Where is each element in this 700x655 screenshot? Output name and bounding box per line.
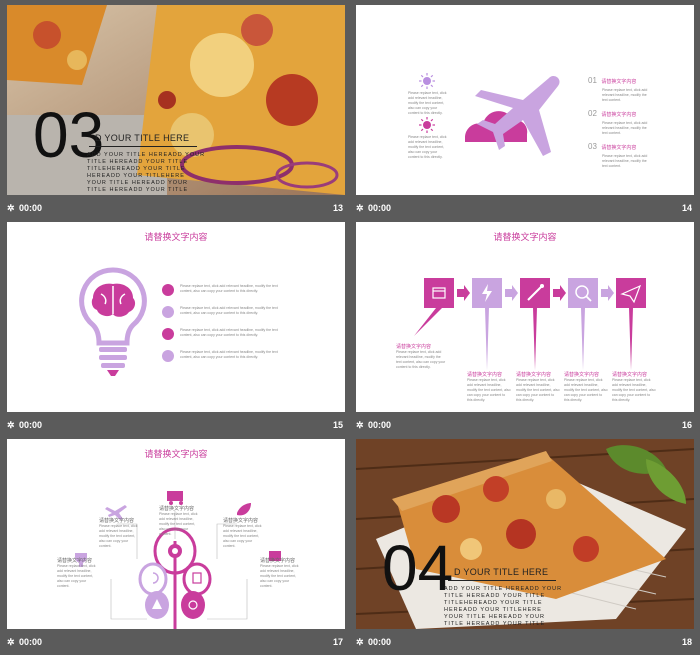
slide-time: 00:00 [19, 420, 43, 430]
node-label-2: 请替换文字内容 [159, 506, 195, 512]
slide-16-footer: ✲ 00:00 16 [356, 417, 694, 435]
section-subtitle: ADD YOUR TITLE HEREADD YOUR TITLE HEREAD… [87, 152, 206, 193]
list-item: 03 请替换文字内容 Please replace text, click ad… [588, 142, 648, 168]
slide-number: 13 [332, 203, 343, 213]
section-subtitle: ADD YOUR TITLE HEREADD YOUR TITLE HEREAD… [444, 586, 563, 627]
slide-time: 00:00 [19, 637, 43, 647]
item-dot [162, 306, 174, 318]
slide-15-footer: ✲ 00:00 15 [7, 417, 345, 435]
step-label-3: 请替换文字内容 [516, 372, 552, 378]
slide-13-footer: ✲ 00:00 13 [7, 200, 345, 218]
step-label-5: 请替换文字内容 [612, 372, 648, 378]
step-desc-5: Please replace text, click add relevant … [612, 378, 656, 402]
brain-bulb-icon [79, 267, 147, 376]
node-label-1: 请替换文字内容 [99, 518, 135, 524]
left-text-2: Please replace text, click add relevant … [408, 135, 447, 159]
slide-15-canvas[interactable]: 请替换文字内容 Please replace text, click add r… [7, 222, 345, 412]
left-text-1: Please replace text, click add relevant … [408, 91, 447, 115]
slide-13[interactable]: 03 D YOUR TITLE HERE ADD YOUR TITLE HERE… [7, 5, 345, 221]
step-desc-3: Please replace text, click add relevant … [516, 378, 560, 402]
slide-number: 14 [681, 203, 692, 213]
slide-time: 00:00 [19, 203, 43, 213]
list-index: 02 [588, 109, 597, 118]
slide-number: 17 [332, 637, 343, 647]
list-item: 02 请替换文字内容 Please replace text, click ad… [588, 109, 648, 135]
slide-18[interactable]: 04 D YOUR TITLE HERE ADD YOUR TITLE HERE… [356, 439, 694, 655]
node-desc-5: Please replace text, click add relevant … [260, 564, 299, 588]
slide-number: 18 [681, 637, 692, 647]
slide-18-footer: ✲ 00:00 18 [356, 634, 694, 652]
list-index: 03 [588, 142, 597, 151]
slide-14[interactable]: Please replace text, click add relevant … [356, 5, 694, 221]
section-title: D YOUR TITLE HERE [454, 567, 549, 577]
slide-16[interactable]: 请替换文字内容 请替换文字内容 Please replace text, cli… [356, 222, 694, 438]
slide-title: 请替换文字内容 [144, 232, 208, 242]
slide-14-footer: ✲ 00:00 14 [356, 200, 694, 218]
airplane-cloud-icon [464, 75, 560, 156]
slide-15[interactable]: 请替换文字内容 Please replace text, click add r… [7, 222, 345, 438]
title-underline [448, 580, 556, 581]
item-dot [162, 284, 174, 296]
list-index: 01 [588, 76, 597, 85]
slide-time: 00:00 [368, 637, 392, 647]
section-number: 04 [382, 532, 454, 604]
node-label-5: 请替换文字内容 [260, 558, 296, 564]
slide-17-canvas[interactable]: 请替换文字内容 请替换文字内容 Please replace text, cli… [7, 439, 345, 629]
node-desc-3: Please replace text, click add relevant … [223, 524, 262, 548]
step-desc-2: Please replace text, click add relevant … [467, 378, 511, 402]
transition-icon[interactable]: ✲ [7, 637, 15, 648]
slide-18-canvas[interactable]: 04 D YOUR TITLE HERE ADD YOUR TITLE HERE… [356, 439, 694, 629]
list-label: 请替换文字内容 [601, 79, 637, 85]
node-label-3: 请替换文字内容 [223, 518, 259, 524]
slide-number: 15 [332, 420, 343, 430]
tree-diagram [75, 491, 281, 629]
section-title: D YOUR TITLE HERE [95, 133, 190, 143]
slide-16-canvas[interactable]: 请替换文字内容 请替换文字内容 Please replace text, cli… [356, 222, 694, 412]
step-label-4: 请替换文字内容 [564, 372, 600, 378]
step-label-1: 请替换文字内容 [396, 344, 432, 350]
transition-icon[interactable]: ✲ [356, 203, 364, 214]
title-underline [89, 146, 197, 147]
node-label-4: 请替换文字内容 [57, 558, 93, 564]
step-label-2: 请替换文字内容 [467, 372, 503, 378]
slide-time: 00:00 [368, 203, 392, 213]
slide-title: 请替换文字内容 [144, 449, 208, 459]
node-desc-4: Please replace text, click add relevant … [57, 564, 96, 588]
slide-17[interactable]: 请替换文字内容 请替换文字内容 Please replace text, cli… [7, 439, 345, 655]
sun-icon [419, 117, 435, 133]
slide-time: 00:00 [368, 420, 392, 430]
step-desc-4: Please replace text, click add relevant … [564, 378, 608, 402]
list-label: 请替换文字内容 [601, 112, 637, 118]
sun-icon [419, 73, 435, 89]
node-desc-2: Please replace text, click add relevant … [159, 512, 198, 536]
step-desc-1: Please replace text, click add relevant … [396, 350, 446, 369]
slide-14-canvas[interactable]: Please replace text, click add relevant … [356, 5, 694, 195]
list-item: 01 请替换文字内容 Please replace text, click ad… [588, 76, 648, 102]
slide-title: 请替换文字内容 [493, 232, 557, 242]
node-desc-1: Please replace text, click add relevant … [99, 524, 138, 548]
transition-icon[interactable]: ✲ [356, 420, 364, 431]
slide-number: 16 [681, 420, 692, 430]
item-dot [162, 350, 174, 362]
transition-icon[interactable]: ✲ [356, 637, 364, 648]
slide-17-footer: ✲ 00:00 17 [7, 634, 345, 652]
list-label: 请替换文字内容 [601, 145, 637, 151]
transition-icon[interactable]: ✲ [7, 420, 15, 431]
transition-icon[interactable]: ✲ [7, 203, 15, 214]
item-dot [162, 328, 174, 340]
slide-13-canvas[interactable]: 03 D YOUR TITLE HERE ADD YOUR TITLE HERE… [7, 5, 345, 195]
